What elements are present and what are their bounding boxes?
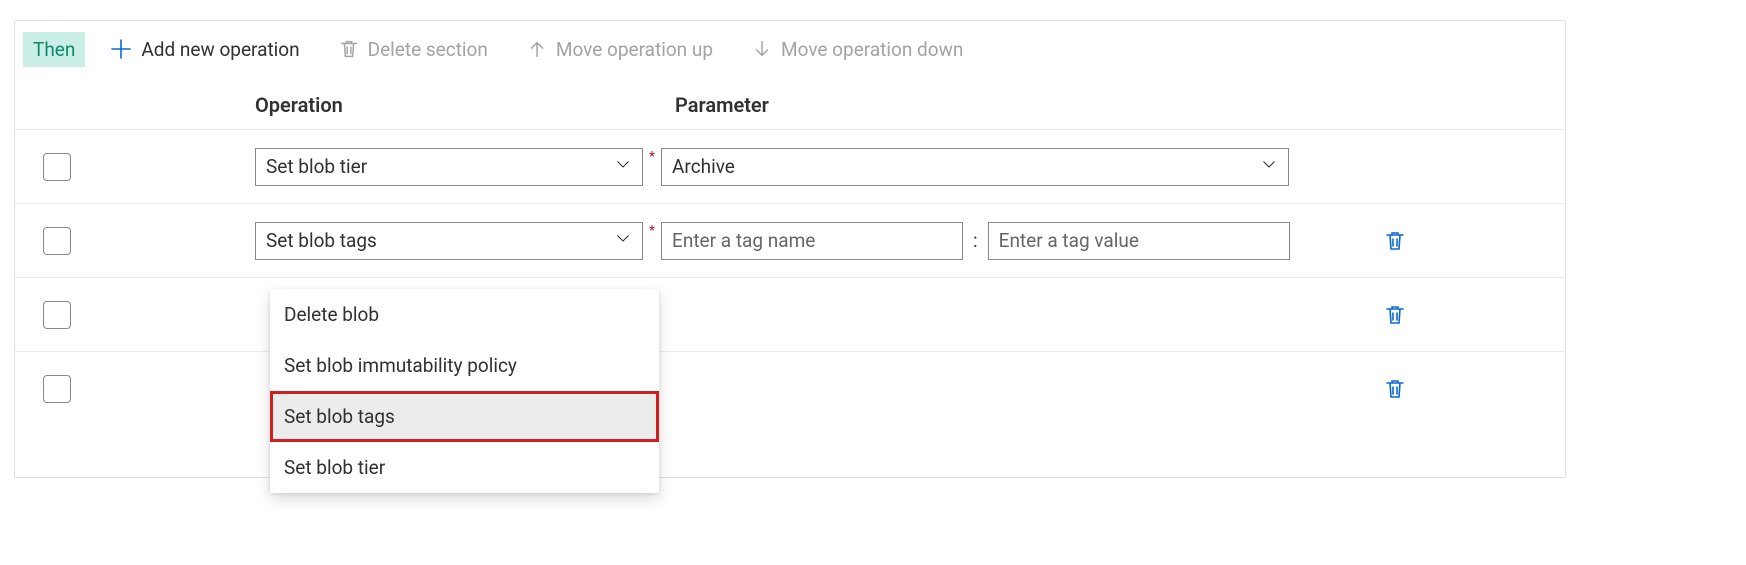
chevron-down-icon bbox=[614, 155, 632, 178]
dropdown-item-set-blob-tags[interactable]: Set blob tags bbox=[270, 391, 659, 442]
arrow-up-icon bbox=[526, 38, 548, 60]
dropdown-item-delete-blob[interactable]: Delete blob bbox=[270, 289, 659, 340]
operation-row: * bbox=[15, 351, 1565, 425]
operation-select-value: Set blob tags bbox=[266, 229, 377, 252]
operation-dropdown: Delete blob Set blob immutability policy… bbox=[270, 289, 659, 493]
delete-row-button[interactable] bbox=[1383, 303, 1407, 327]
column-headers: Operation Parameter bbox=[15, 77, 1565, 129]
add-new-operation-label: Add new operation bbox=[141, 38, 299, 61]
move-operation-down-button[interactable]: Move operation down bbox=[737, 32, 977, 67]
colon-separator: : bbox=[973, 229, 978, 252]
delete-row-button[interactable] bbox=[1383, 229, 1407, 253]
operation-row: Set blob tier * Archive bbox=[15, 129, 1565, 203]
parameter-select-value: Archive bbox=[672, 155, 735, 178]
move-operation-up-button[interactable]: Move operation up bbox=[512, 32, 727, 67]
operation-select[interactable]: Set blob tier bbox=[255, 148, 643, 186]
required-asterisk: * bbox=[649, 149, 655, 165]
parameter-select[interactable]: Archive bbox=[661, 148, 1289, 186]
header-operation: Operation bbox=[255, 93, 675, 117]
row-checkbox[interactable] bbox=[43, 153, 71, 181]
operation-row: * bbox=[15, 277, 1565, 351]
move-operation-down-label: Move operation down bbox=[781, 38, 963, 61]
header-parameter: Parameter bbox=[675, 93, 1565, 117]
delete-section-button[interactable]: Delete section bbox=[324, 32, 502, 67]
dropdown-item-set-blob-immutability-policy[interactable]: Set blob immutability policy bbox=[270, 340, 659, 391]
row-checkbox[interactable] bbox=[43, 301, 71, 329]
trash-icon bbox=[338, 38, 360, 60]
operation-select[interactable]: Set blob tags bbox=[255, 222, 643, 260]
dropdown-item-set-blob-tier[interactable]: Set blob tier bbox=[270, 442, 659, 493]
row-checkbox[interactable] bbox=[43, 227, 71, 255]
arrow-down-icon bbox=[751, 38, 773, 60]
then-section-panel: Then Add new operation Delete section Mo… bbox=[14, 20, 1566, 478]
add-new-operation-button[interactable]: Add new operation bbox=[95, 31, 313, 67]
chevron-down-icon bbox=[614, 229, 632, 252]
move-operation-up-label: Move operation up bbox=[556, 38, 713, 61]
row-checkbox[interactable] bbox=[43, 375, 71, 403]
tag-value-input[interactable] bbox=[988, 222, 1290, 260]
plus-icon bbox=[109, 37, 133, 61]
operation-row: Set blob tags * : bbox=[15, 203, 1565, 277]
delete-row-button[interactable] bbox=[1383, 377, 1407, 401]
required-asterisk: * bbox=[649, 223, 655, 239]
then-label: Then bbox=[23, 32, 85, 67]
section-toolbar: Then Add new operation Delete section Mo… bbox=[15, 21, 1565, 77]
chevron-down-icon bbox=[1260, 155, 1278, 178]
delete-section-label: Delete section bbox=[368, 38, 488, 61]
operation-select-value: Set blob tier bbox=[266, 155, 367, 178]
tag-name-input[interactable] bbox=[661, 222, 963, 260]
